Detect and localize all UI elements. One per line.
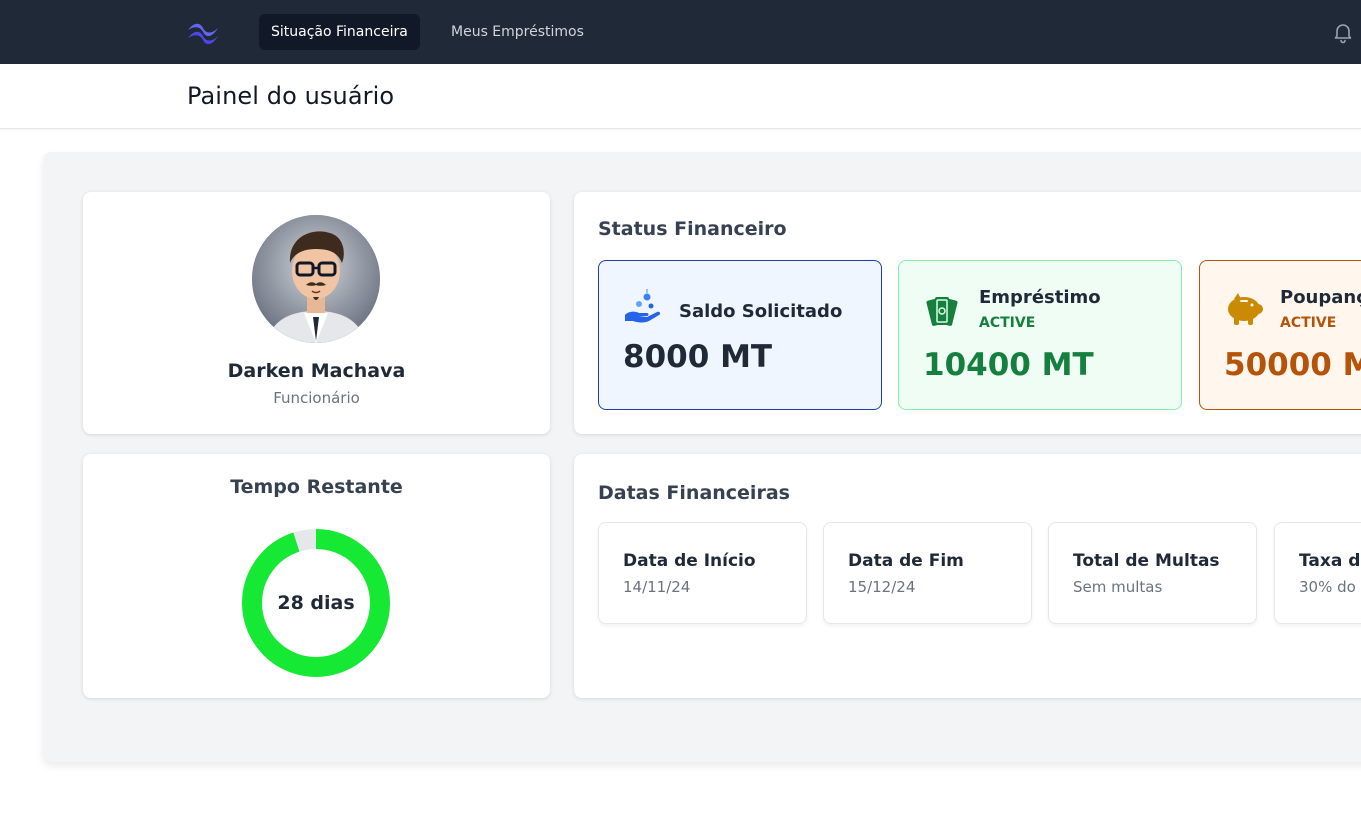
nav-link-situacao-financeira[interactable]: Situação Financeira: [259, 14, 420, 50]
loan-status-badge: ACTIVE: [979, 315, 1036, 331]
financial-status-card: Status Financeiro Saldo Solicitado 8000 …: [574, 192, 1361, 434]
interest-rate-value: 30% do valor: [1299, 578, 1361, 596]
financial-status-title: Status Financeiro: [598, 218, 787, 240]
tailwind-logo-icon[interactable]: [186, 20, 220, 44]
end-date-value: 15/12/24: [848, 578, 916, 596]
savings-value: 50000 MT: [1224, 347, 1361, 383]
requested-balance-box: Saldo Solicitado 8000 MT: [598, 260, 882, 410]
dashboard-panel: Darken Machava Funcionário Status Financ…: [43, 152, 1361, 762]
profile-name: Darken Machava: [227, 360, 406, 382]
time-remaining-card: Tempo Restante 28 dias: [83, 454, 550, 698]
total-fines-card: Total de Multas Sem multas: [1048, 522, 1257, 624]
profile-card: Darken Machava Funcionário: [83, 192, 550, 434]
start-date-card: Data de Início 14/11/24: [598, 522, 807, 624]
financial-dates-card: Datas Financeiras Data de Início 14/11/2…: [574, 454, 1361, 698]
top-navbar: Situação Financeira Meus Empréstimos: [0, 0, 1361, 64]
interest-rate-card: Taxa de Juros 30% do valor: [1274, 522, 1361, 624]
time-remaining-label: 28 dias: [277, 592, 355, 614]
financial-dates-title: Datas Financeiras: [598, 482, 790, 504]
hand-coins-icon: [625, 289, 661, 323]
avatar-image: [252, 215, 380, 343]
requested-balance-label: Saldo Solicitado: [679, 301, 843, 322]
requested-balance-value: 8000 MT: [623, 339, 773, 375]
interest-rate-title: Taxa de Juros: [1299, 551, 1361, 571]
page-header: Painel do usuário: [0, 64, 1361, 129]
page-title: Painel do usuário: [187, 82, 395, 110]
loan-label: Empréstimo: [979, 287, 1101, 308]
end-date-title: Data de Fim: [848, 551, 964, 571]
end-date-card: Data de Fim 15/12/24: [823, 522, 1032, 624]
total-fines-value: Sem multas: [1073, 578, 1163, 596]
start-date-value: 14/11/24: [623, 578, 691, 596]
start-date-title: Data de Início: [623, 551, 756, 571]
piggy-bank-icon: [1228, 293, 1263, 325]
savings-status-badge: ACTIVE: [1280, 315, 1337, 331]
bell-icon[interactable]: [1331, 20, 1355, 44]
profile-role: Funcionário: [273, 389, 360, 407]
savings-box: Poupança ACTIVE 50000 MT: [1199, 260, 1361, 410]
avatar: [252, 215, 380, 343]
total-fines-title: Total de Multas: [1073, 551, 1220, 571]
time-remaining-title: Tempo Restante: [230, 476, 403, 498]
savings-label: Poupança: [1280, 287, 1361, 308]
loan-value: 10400 MT: [923, 347, 1094, 383]
nav-link-meus-emprestimos[interactable]: Meus Empréstimos: [439, 14, 596, 50]
money-stack-icon: [926, 297, 958, 326]
loan-box: Empréstimo ACTIVE 10400 MT: [898, 260, 1182, 410]
